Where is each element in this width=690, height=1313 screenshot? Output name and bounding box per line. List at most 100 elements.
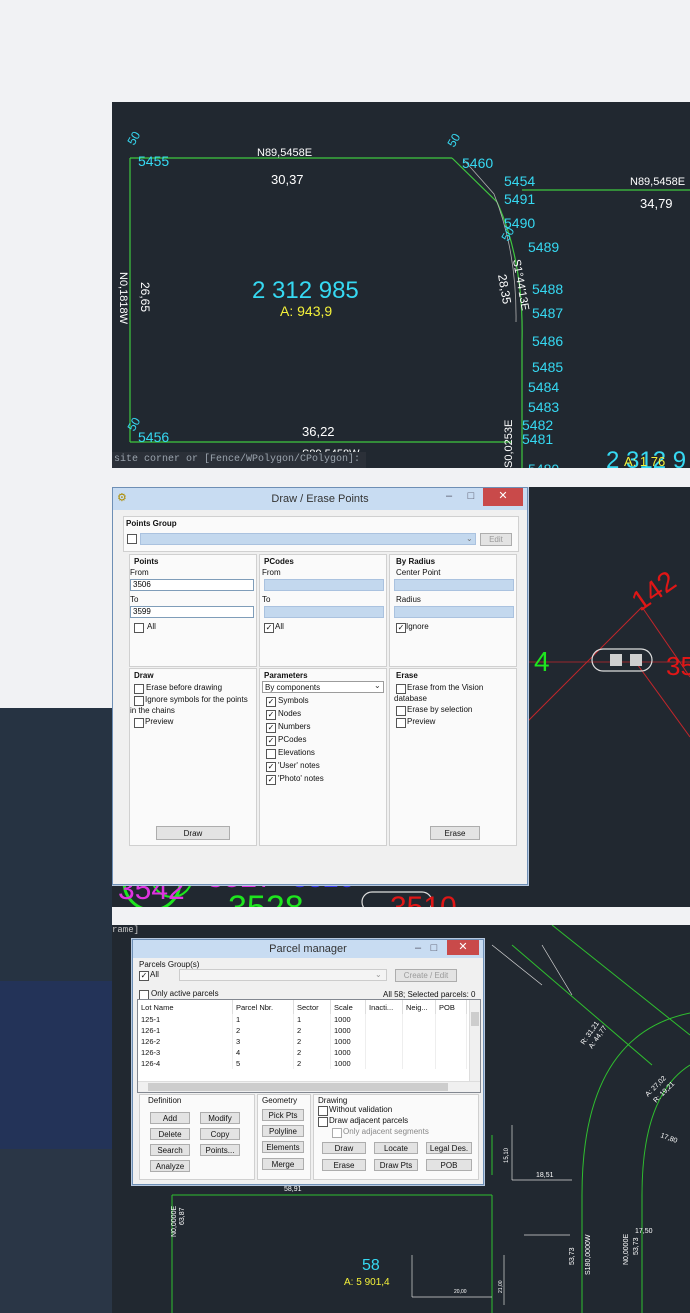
center-point-input[interactable] xyxy=(394,579,514,591)
table-row[interactable]: 126-1 2 2 1000 xyxy=(138,1025,467,1036)
point-elevation-label: 50 xyxy=(444,131,463,150)
erase-by-selection-checkbox[interactable] xyxy=(396,706,406,716)
elements-button[interactable]: Elements xyxy=(262,1141,304,1153)
points-all-checkbox[interactable] xyxy=(134,623,144,633)
erase-before-drawing-checkbox[interactable] xyxy=(134,684,144,694)
dialog-titlebar[interactable]: ⚙ Draw / Erase Points – □ ✕ xyxy=(113,488,527,510)
distance-label: 17,50 xyxy=(635,1228,653,1235)
erase-from-vision-checkbox[interactable] xyxy=(396,684,406,694)
draw-adjacent-checkbox[interactable] xyxy=(318,1117,328,1127)
column-header[interactable]: Inacti... xyxy=(365,1000,403,1014)
draw-button[interactable]: Draw xyxy=(156,826,230,840)
locate-button[interactable]: Locate xyxy=(374,1142,418,1154)
pcodes-all-checkbox[interactable]: ✓ xyxy=(264,623,274,633)
column-header[interactable]: Scale xyxy=(330,1000,366,1014)
ignore-symbols-checkbox[interactable] xyxy=(134,696,144,706)
chevron-down-icon[interactable]: ⌄ xyxy=(375,970,382,979)
pcodes-to-input[interactable] xyxy=(264,606,384,618)
points-group-checkbox[interactable] xyxy=(127,534,137,544)
draw-button[interactable]: Draw xyxy=(322,1142,366,1154)
chevron-down-icon[interactable]: ⌄ xyxy=(466,534,473,543)
create-edit-button[interactable]: Create / Edit xyxy=(395,969,457,982)
draw-points-button[interactable]: Draw Pts xyxy=(374,1159,418,1171)
horizontal-scrollbar[interactable] xyxy=(138,1081,480,1092)
table-cell: 1000 xyxy=(330,1036,366,1047)
parameter-checkbox[interactable]: ✓ xyxy=(266,710,276,720)
cad-viewport-points[interactable]: m 142 35 4 3527 3526 3542 3528 3510 142 … xyxy=(112,487,690,907)
maximize-button[interactable]: □ xyxy=(463,488,479,506)
dialog-titlebar[interactable]: Parcel manager – □ ✕ xyxy=(133,940,483,958)
column-header[interactable]: POB xyxy=(435,1000,467,1014)
command-line[interactable]: site corner or [Fence/WPolygon/CPolygon]… xyxy=(112,452,366,468)
radius-input[interactable] xyxy=(394,606,514,618)
to-label: To xyxy=(262,595,271,604)
delete-button[interactable]: Delete xyxy=(150,1128,190,1140)
close-button[interactable]: ✕ xyxy=(447,940,479,955)
close-button[interactable]: ✕ xyxy=(483,488,523,506)
parameter-checkbox[interactable] xyxy=(266,749,276,759)
edit-button[interactable]: Edit xyxy=(480,533,512,546)
erase-button[interactable]: Erase xyxy=(322,1159,366,1171)
points-to-input[interactable] xyxy=(130,606,254,618)
column-header[interactable]: Lot Name xyxy=(138,1000,233,1014)
distance-label: 15,10 xyxy=(504,1147,510,1163)
pob-button[interactable]: POB xyxy=(426,1159,472,1171)
point-label: 5486 xyxy=(532,333,563,349)
scrollbar-thumb[interactable] xyxy=(148,1083,448,1091)
point-label: 5484 xyxy=(528,379,559,395)
cad-viewport-parcel-plan[interactable]: rame] 58 A: 5 901,4 58,91 18,51 17,50 63… xyxy=(112,925,690,1313)
pick-points-button[interactable]: Pick Pts xyxy=(262,1109,304,1121)
vertical-scrollbar[interactable] xyxy=(469,1000,480,1082)
minimize-button[interactable]: – xyxy=(441,488,457,506)
points-from-input[interactable] xyxy=(130,579,254,591)
radius-label: Radius xyxy=(396,595,421,604)
parameter-checkbox[interactable]: ✓ xyxy=(266,775,276,785)
erase-button[interactable]: Erase xyxy=(430,826,480,840)
parameter-checkbox[interactable]: ✓ xyxy=(266,697,276,707)
table-cell xyxy=(435,1025,467,1036)
table-row[interactable]: 126-2 3 2 1000 xyxy=(138,1036,467,1047)
points-button[interactable]: Points... xyxy=(200,1144,240,1156)
legal-description-button[interactable]: Legal Des. xyxy=(426,1142,472,1154)
ignore-checkbox[interactable]: ✓ xyxy=(396,623,406,633)
copy-button[interactable]: Copy xyxy=(200,1128,240,1140)
analyze-button[interactable]: Analyze xyxy=(150,1160,190,1172)
parcel-number: 2 312 985 xyxy=(252,277,359,304)
without-validation-checkbox[interactable] xyxy=(318,1106,328,1116)
preview-checkbox[interactable] xyxy=(134,718,144,728)
parameter-checkbox[interactable]: ✓ xyxy=(266,762,276,772)
merge-button[interactable]: Merge xyxy=(262,1158,304,1170)
table-cell xyxy=(435,1047,467,1058)
modify-button[interactable]: Modify xyxy=(200,1112,240,1124)
preview-checkbox[interactable] xyxy=(396,718,406,728)
search-button[interactable]: Search xyxy=(150,1144,190,1156)
table-cell: 1000 xyxy=(330,1047,366,1058)
parameters-select[interactable]: By components xyxy=(262,681,384,693)
pcodes-from-input[interactable] xyxy=(264,579,384,591)
parameter-checkbox[interactable]: ✓ xyxy=(266,723,276,733)
only-adjacent-segments-checkbox[interactable] xyxy=(332,1128,342,1138)
table-cell: 126-3 xyxy=(138,1047,233,1058)
column-header[interactable]: Parcel Nbr. xyxy=(232,1000,294,1014)
add-button[interactable]: Add xyxy=(150,1112,190,1124)
parcels-table[interactable]: Lot Name Parcel Nbr. Sector Scale Inacti... N… xyxy=(137,999,481,1093)
column-header[interactable]: Sector xyxy=(293,1000,331,1014)
table-row[interactable]: 125-1 1 1 1000 xyxy=(138,1014,467,1025)
table-row[interactable]: 126-4 5 2 1000 xyxy=(138,1058,467,1069)
distance-label: 26,65 xyxy=(138,282,152,312)
maximize-button[interactable]: □ xyxy=(427,940,441,956)
table-cell: 126-1 xyxy=(138,1025,233,1036)
cad-viewport-parcels[interactable]: N89,5458E 30,37 N89,5458E 34,79 36,22 S8… xyxy=(112,102,690,468)
polyline-button[interactable]: Polyline xyxy=(262,1125,304,1137)
erase-section: Erase Erase from the Vision database Era… xyxy=(389,668,517,846)
scrollbar-thumb[interactable] xyxy=(471,1012,479,1026)
parcels-group-select[interactable] xyxy=(179,969,387,981)
minimize-button[interactable]: – xyxy=(411,940,425,956)
points-group-select[interactable] xyxy=(140,533,476,545)
distance-label: 34,79 xyxy=(640,196,673,211)
all-groups-checkbox[interactable]: ✓ xyxy=(139,971,149,981)
table-row[interactable]: 126-3 4 2 1000 xyxy=(138,1047,467,1058)
column-header[interactable]: Neig... xyxy=(402,1000,436,1014)
chevron-down-icon[interactable]: ⌄ xyxy=(374,681,381,690)
parameter-checkbox[interactable]: ✓ xyxy=(266,736,276,746)
